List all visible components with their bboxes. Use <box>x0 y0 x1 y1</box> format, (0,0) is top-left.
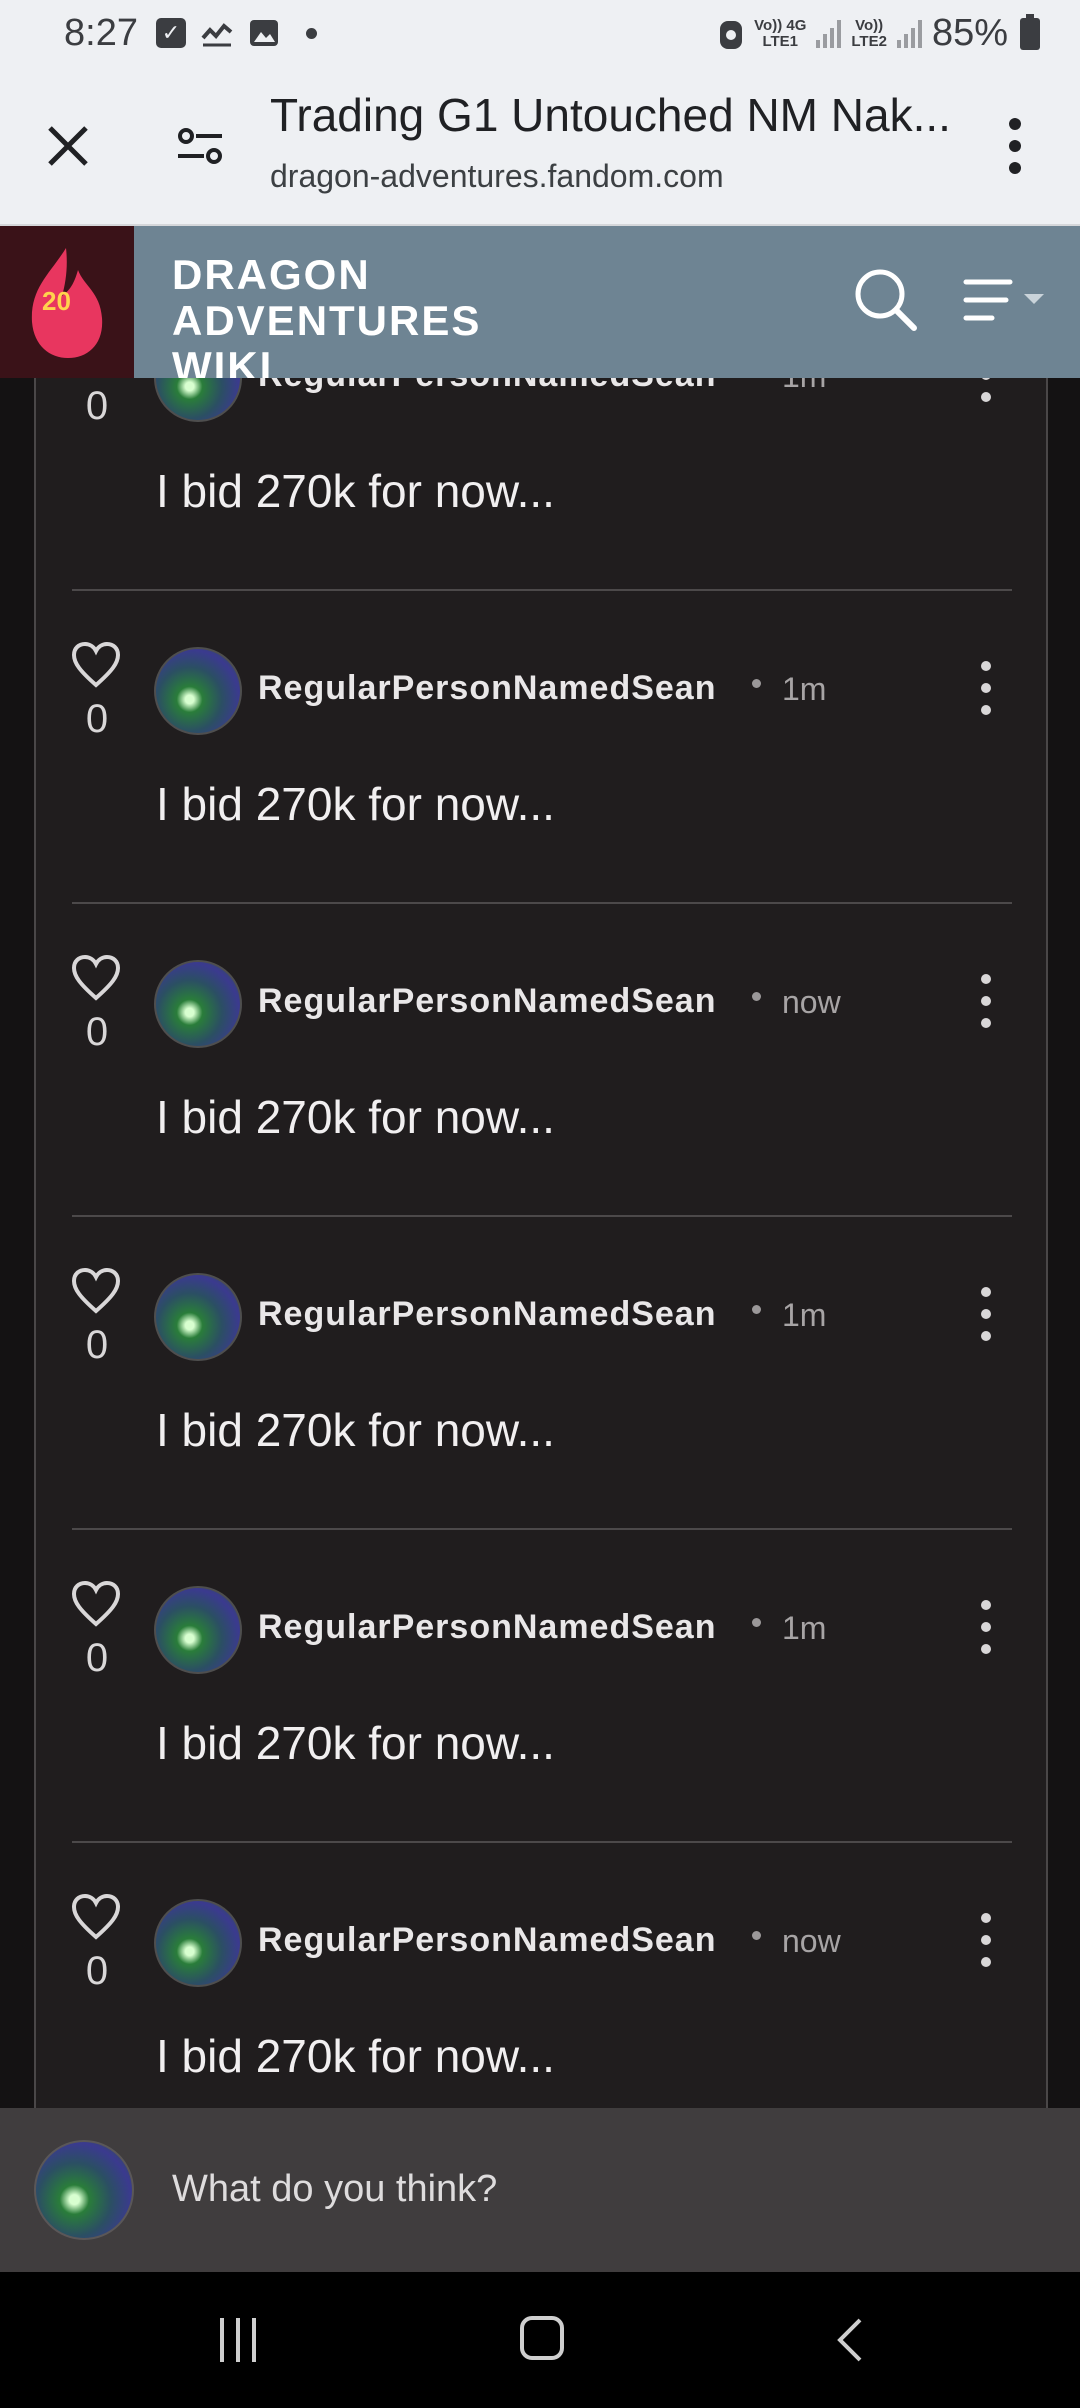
battery-icon <box>1020 13 1040 50</box>
comment-text: I bid 270k for now... <box>156 1091 555 1143</box>
gallery-notification-icon <box>250 20 278 46</box>
comment-item: 0 RegularPersonNamedSean now I bid 270k … <box>36 904 1046 1217</box>
comment-text: I bid 270k for now... <box>156 1717 555 1769</box>
signal-strength-2-icon <box>896 19 922 48</box>
comment-author[interactable]: RegularPersonNamedSean <box>258 982 717 1021</box>
checkbox-notification-icon: ✓ <box>156 18 186 48</box>
comment-time: now <box>782 1923 841 1959</box>
wiki-logo-badge: 20 <box>42 286 71 316</box>
back-icon[interactable] <box>830 2316 870 2364</box>
overflow-menu-icon[interactable] <box>1000 118 1030 178</box>
comment-time: 1m <box>782 1297 827 1333</box>
search-icon[interactable] <box>850 264 920 334</box>
comment-author[interactable]: RegularPersonNamedSean <box>258 378 717 395</box>
comment-time: 1m <box>782 671 827 707</box>
comment-author[interactable]: RegularPersonNamedSean <box>258 1608 717 1647</box>
like-count: 0 <box>85 1949 109 1993</box>
comments-list: 0 RegularPersonNamedSean 1m I bid 270k f… <box>34 378 1048 2108</box>
comment-more-icon[interactable] <box>976 1913 996 1973</box>
more-notifications-dot <box>306 27 317 39</box>
comment-more-icon[interactable] <box>976 378 996 408</box>
network-label-1: Vo)) 4G LTE1 <box>754 16 807 50</box>
avatar[interactable] <box>154 647 242 735</box>
data-saver-icon <box>720 20 743 49</box>
comment-author[interactable]: RegularPersonNamedSean <box>258 1295 717 1334</box>
home-icon[interactable] <box>520 2316 564 2360</box>
notification-icons: ✓ <box>156 18 317 48</box>
recents-icon[interactable] <box>220 2318 266 2362</box>
avatar[interactable] <box>154 960 242 1048</box>
separator-dot <box>752 679 761 688</box>
hamburger-menu-icon[interactable] <box>962 274 1052 330</box>
page-title: Trading G1 Untouched NM Nak... <box>270 89 951 141</box>
like-count: 0 <box>85 697 109 741</box>
comment-time: 1m <box>782 1610 827 1646</box>
separator-dot <box>752 992 761 1001</box>
custom-tab-toolbar: Trading G1 Untouched NM Nak... dragon-ad… <box>0 70 1080 226</box>
comment-more-icon[interactable] <box>976 661 996 721</box>
reply-bar <box>0 2108 1080 2272</box>
comment-author[interactable]: RegularPersonNamedSean <box>258 1921 717 1960</box>
heart-icon[interactable] <box>70 1580 122 1628</box>
comment-text: I bid 270k for now... <box>156 465 555 517</box>
comment-more-icon[interactable] <box>976 974 996 1034</box>
comment-more-icon[interactable] <box>976 1600 996 1660</box>
separator-dot <box>752 1931 761 1940</box>
comment-time: now <box>782 984 841 1020</box>
wiki-header: 20 DRAGON ADVENTURES WIKI <box>0 226 1080 390</box>
comment-author[interactable]: RegularPersonNamedSean <box>258 669 717 708</box>
comment-item: 0 RegularPersonNamedSean now I bid 270k … <box>36 1843 1046 2108</box>
status-bar: 8:27 ✓ Vo)) 4G LTE1 Vo)) LTE2 85% <box>0 0 1080 70</box>
comment-time: 1m <box>782 378 826 395</box>
comment-item: 0 RegularPersonNamedSean 1m I bid 270k f… <box>36 1530 1046 1843</box>
system-navigation-bar <box>0 2272 1080 2408</box>
wave-notification-icon <box>201 23 233 47</box>
wiki-title[interactable]: DRAGON ADVENTURES WIKI <box>172 252 592 390</box>
comment-item: 0 RegularPersonNamedSean 1m I bid 270k f… <box>36 591 1046 904</box>
comment-text: I bid 270k for now... <box>156 1404 555 1456</box>
current-user-avatar <box>34 2140 134 2240</box>
avatar[interactable] <box>154 1273 242 1361</box>
network-label-2: Vo)) LTE2 <box>851 16 887 50</box>
status-right-icons: Vo)) 4G LTE1 Vo)) LTE2 85% <box>718 12 1040 55</box>
comment-more-icon[interactable] <box>976 1287 996 1347</box>
avatar[interactable] <box>154 1899 242 1987</box>
like-count: 0 <box>85 1010 109 1054</box>
comment-item: 0 RegularPersonNamedSean 1m I bid 270k f… <box>36 1217 1046 1530</box>
reply-input[interactable] <box>170 2156 1034 2222</box>
like-count: 0 <box>85 1636 109 1680</box>
heart-icon[interactable] <box>70 641 122 689</box>
signal-strength-1-icon <box>816 19 842 48</box>
heart-icon[interactable] <box>70 1893 122 1941</box>
separator-dot <box>752 1305 761 1314</box>
avatar[interactable] <box>154 1586 242 1674</box>
status-time: 8:27 <box>64 12 138 54</box>
comment-text: I bid 270k for now... <box>156 2030 555 2082</box>
site-settings-icon[interactable] <box>172 118 228 174</box>
avatar[interactable] <box>154 378 242 422</box>
heart-icon[interactable] <box>70 954 122 1002</box>
page-domain: dragon-adventures.fandom.com <box>270 158 724 194</box>
heart-icon[interactable] <box>70 1267 122 1315</box>
like-count: 0 <box>85 384 109 428</box>
separator-dot <box>752 1618 761 1627</box>
comment-item: 0 RegularPersonNamedSean 1m I bid 270k f… <box>36 378 1046 591</box>
close-icon[interactable] <box>40 118 96 174</box>
comment-text: I bid 270k for now... <box>156 778 555 830</box>
like-count: 0 <box>85 1323 109 1367</box>
wiki-logo[interactable]: 20 <box>0 226 134 378</box>
battery-percent: 85% <box>931 12 1008 54</box>
